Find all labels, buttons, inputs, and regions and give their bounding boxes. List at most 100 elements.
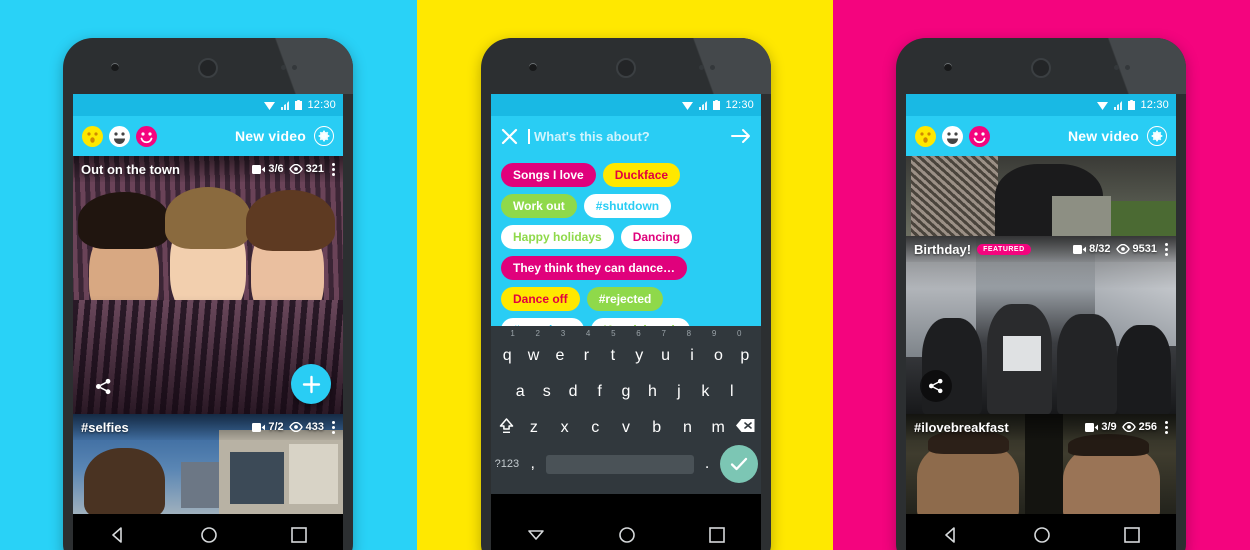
tag-suggestion-list[interactable]: Songs I love Duckface Work out #shutdown… — [491, 156, 761, 326]
recents-icon[interactable] — [1123, 526, 1141, 544]
key-m[interactable]: m — [703, 419, 734, 437]
compose-toolbar: What's this about? — [491, 116, 761, 156]
key-c[interactable]: c — [580, 419, 611, 437]
tag-chip[interactable]: #shutdown — [583, 194, 672, 218]
key-r[interactable]: r — [573, 347, 599, 365]
video-card[interactable]: #selfies 7/2 433 — [73, 414, 343, 514]
key-d[interactable]: d — [560, 383, 586, 401]
status-clock: 12:30 — [307, 99, 336, 111]
tag-chip[interactable]: Duckface — [602, 163, 681, 187]
more-options-icon[interactable] — [332, 420, 335, 434]
key-q[interactable]: q — [494, 347, 520, 365]
enter-key[interactable] — [720, 445, 758, 483]
smiling-face-icon[interactable] — [969, 125, 990, 147]
tag-chip[interactable]: Happy holidays — [501, 225, 614, 249]
key-k[interactable]: k — [692, 383, 718, 401]
more-options-icon[interactable] — [1165, 242, 1168, 256]
comma-key[interactable]: , — [520, 455, 546, 473]
grinning-face-icon[interactable] — [942, 125, 963, 147]
num-hint: 4 — [585, 329, 591, 338]
space-key[interactable] — [545, 454, 695, 474]
tag-chip[interactable]: Dance off — [501, 287, 580, 311]
new-video-button[interactable]: New video — [1068, 128, 1139, 144]
back-icon[interactable] — [941, 525, 961, 545]
surprised-face-icon[interactable] — [915, 125, 936, 147]
tag-chip[interactable]: They think they can dance… — [501, 256, 688, 280]
video-preview-top — [906, 156, 1176, 236]
home-icon[interactable] — [617, 525, 637, 545]
close-icon[interactable] — [501, 128, 518, 145]
android-keyboard[interactable]: 1 2 3 4 5 6 7 8 9 0 q w e r t y u i o p … — [491, 326, 761, 494]
tag-chip[interactable]: Work out — [501, 194, 577, 218]
key-l[interactable]: l — [719, 383, 745, 401]
key-e[interactable]: e — [547, 347, 573, 365]
recents-icon[interactable] — [708, 526, 726, 544]
key-t[interactable]: t — [600, 347, 626, 365]
signal-icon — [281, 100, 290, 110]
key-g[interactable]: g — [613, 383, 639, 401]
key-b[interactable]: b — [641, 419, 672, 437]
home-icon[interactable] — [199, 525, 219, 545]
back-icon[interactable] — [526, 525, 546, 545]
video-feed-1[interactable]: Out on the town 3/6 321 #selfies 7/2 433 — [73, 156, 343, 514]
tag-chip[interactable]: #mondays — [501, 318, 585, 326]
video-card[interactable]: #ilovebreakfast 3/9 256 — [906, 414, 1176, 514]
share-button[interactable] — [87, 370, 119, 402]
key-p[interactable]: p — [732, 347, 758, 365]
key-n[interactable]: n — [672, 419, 703, 437]
back-icon[interactable] — [108, 525, 128, 545]
keyboard-row-4: ?123 , . — [494, 445, 758, 483]
check-icon[interactable] — [720, 445, 758, 483]
emoji-filter-group[interactable] — [82, 125, 157, 147]
tag-chip[interactable]: #rejected — [586, 287, 664, 311]
signal-icon — [699, 100, 708, 110]
video-card[interactable]: Birthday! FEATURED 8/32 9531 — [906, 236, 1176, 414]
arrow-right-icon[interactable] — [731, 128, 751, 144]
new-video-button[interactable]: New video — [235, 128, 306, 144]
share-icon — [95, 378, 110, 394]
more-options-icon[interactable] — [332, 162, 335, 176]
key-z[interactable]: z — [519, 419, 550, 437]
gear-icon[interactable] — [1147, 126, 1167, 146]
key-x[interactable]: x — [549, 419, 580, 437]
key-o[interactable]: o — [705, 347, 731, 365]
smiling-face-icon[interactable] — [136, 125, 157, 147]
key-v[interactable]: v — [611, 419, 642, 437]
key-j[interactable]: j — [666, 383, 692, 401]
add-video-fab[interactable] — [291, 364, 331, 404]
android-nav-bar[interactable] — [73, 514, 343, 550]
symbols-key[interactable]: ?123 — [494, 458, 520, 470]
shift-icon[interactable] — [494, 417, 519, 439]
home-icon[interactable] — [1032, 525, 1052, 545]
gear-icon[interactable] — [314, 126, 334, 146]
share-button[interactable] — [920, 370, 952, 402]
panel-left: 12:30 New video Out on the town 3/6 321 … — [0, 0, 417, 550]
android-nav-bar[interactable] — [906, 514, 1176, 550]
key-u[interactable]: u — [652, 347, 678, 365]
key-w[interactable]: w — [520, 347, 546, 365]
android-nav-bar[interactable] — [491, 514, 761, 550]
grinning-face-icon[interactable] — [109, 125, 130, 147]
status-clock: 12:30 — [1140, 99, 1169, 111]
tag-chip[interactable]: Dancing — [620, 225, 693, 249]
key-i[interactable]: i — [679, 347, 705, 365]
emoji-filter-group[interactable] — [915, 125, 990, 147]
recents-icon[interactable] — [290, 526, 308, 544]
key-f[interactable]: f — [586, 383, 612, 401]
tag-search-input[interactable]: What's this about? — [528, 128, 721, 144]
phone-screen-1: 12:30 New video Out on the town 3/6 321 … — [73, 94, 343, 514]
period-key[interactable]: . — [694, 455, 720, 473]
video-card[interactable]: Out on the town 3/6 321 — [73, 156, 343, 414]
key-a[interactable]: a — [507, 383, 533, 401]
tag-chip[interactable]: Knock knock — [591, 318, 691, 326]
video-camera-icon — [1085, 422, 1099, 432]
key-s[interactable]: s — [533, 383, 559, 401]
key-h[interactable]: h — [639, 383, 665, 401]
surprised-face-icon[interactable] — [82, 125, 103, 147]
video-feed-3[interactable]: Birthday! FEATURED 8/32 9531 #ilovebreak… — [906, 156, 1176, 514]
tag-chip[interactable]: Songs I love — [501, 163, 596, 187]
more-options-icon[interactable] — [1165, 420, 1168, 434]
key-y[interactable]: y — [626, 347, 652, 365]
backspace-icon[interactable] — [733, 418, 758, 438]
num-hint: 2 — [535, 329, 540, 338]
